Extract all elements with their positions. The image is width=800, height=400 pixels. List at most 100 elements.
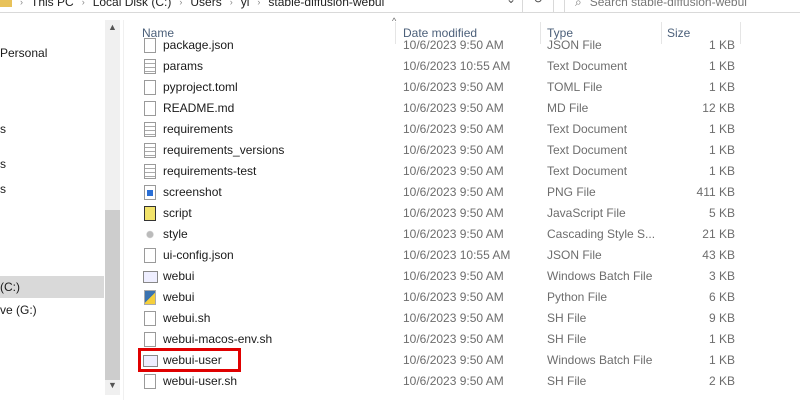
file-date: 10/6/2023 9:50 AM (403, 227, 504, 241)
file-size: 21 KB (702, 227, 735, 241)
file-file-icon (144, 248, 156, 263)
file-row[interactable]: pyproject.toml 10/6/2023 9:50 AM TOML Fi… (130, 77, 800, 98)
file-type: Windows Batch File (547, 353, 653, 367)
file-row[interactable]: package.json 10/6/2023 9:50 AM JSON File… (130, 35, 800, 56)
txt-file-icon (144, 143, 156, 158)
txt-file-icon (144, 164, 156, 179)
file-row[interactable]: style 10/6/2023 9:50 AM Cascading Style … (130, 224, 800, 245)
file-row[interactable]: webui 10/6/2023 9:50 AM Python File 6 KB (130, 287, 800, 308)
chevron-right-icon: › (20, 0, 23, 7)
file-date: 10/6/2023 9:50 AM (403, 374, 504, 388)
file-row[interactable]: ui-config.json 10/6/2023 10:55 AM JSON F… (130, 245, 800, 266)
file-row[interactable]: webui-user.sh 10/6/2023 9:50 AM SH File … (130, 371, 800, 392)
scroll-thumb[interactable] (105, 210, 120, 380)
txt-file-icon (144, 122, 156, 137)
file-type: JSON File (547, 38, 602, 52)
file-size: 1 KB (708, 80, 735, 94)
search-input[interactable]: ⌕ Search stable-diffusion-webui (564, 0, 800, 12)
file-date: 10/6/2023 9:50 AM (403, 143, 504, 157)
nav-item[interactable]: Personal (0, 42, 104, 64)
file-type: Text Document (547, 143, 628, 157)
file-type: Python File (547, 290, 608, 304)
file-name: README.md (163, 101, 235, 115)
chevron-right-icon: › (179, 0, 183, 7)
file-name: script (163, 206, 192, 220)
file-date: 10/6/2023 9:50 AM (403, 269, 504, 283)
file-name: requirements-test (163, 164, 257, 178)
breadcrumb-item[interactable]: Local Disk (C:) (93, 0, 172, 9)
file-date: 10/6/2023 10:55 AM (403, 248, 511, 262)
file-name: ui-config.json (163, 248, 234, 262)
file-file-icon (144, 311, 156, 326)
file-date: 10/6/2023 9:50 AM (403, 311, 504, 325)
chevron-right-icon: › (229, 0, 233, 7)
file-row[interactable]: requirements_versions 10/6/2023 9:50 AM … (130, 140, 800, 161)
file-row[interactable]: params 10/6/2023 10:55 AM Text Document … (130, 56, 800, 77)
file-size: 1 KB (708, 38, 735, 52)
file-size: 9 KB (708, 311, 735, 325)
breadcrumb-item[interactable]: This PC (31, 0, 74, 9)
file-date: 10/6/2023 9:50 AM (403, 101, 504, 115)
file-size: 6 KB (708, 290, 735, 304)
breadcrumb-item[interactable]: yi (241, 0, 250, 9)
file-date: 10/6/2023 9:50 AM (403, 353, 504, 367)
file-name: requirements (163, 122, 234, 136)
file-row[interactable]: README.md 10/6/2023 9:50 AM MD File 12 K… (130, 98, 800, 119)
file-date: 10/6/2023 9:50 AM (403, 164, 504, 178)
nav-item[interactable]: (C:) (0, 276, 104, 298)
file-name: webui-user.sh (163, 374, 238, 388)
file-row[interactable]: requirements 10/6/2023 9:50 AM Text Docu… (130, 119, 800, 140)
file-row[interactable]: webui-macos-env.sh 10/6/2023 9:50 AM SH … (130, 329, 800, 350)
nav-item[interactable]: s (0, 153, 104, 175)
breadcrumb-item[interactable]: stable-diffusion-webui (268, 0, 384, 9)
file-file-icon (144, 38, 156, 53)
nav-scrollbar[interactable]: ▲ ▼ (105, 20, 120, 395)
file-name: webui (163, 269, 195, 283)
nav-item[interactable]: s (0, 118, 104, 140)
navigation-pane: Personal s s s (C:) ve (G:) (0, 20, 104, 400)
file-size: 1 KB (708, 332, 735, 346)
breadcrumb-item[interactable]: Users (190, 0, 221, 9)
chevron-right-icon: › (81, 0, 85, 7)
txt-file-icon (144, 59, 156, 74)
file-file-icon (144, 374, 156, 389)
file-name: screenshot (163, 185, 222, 199)
refresh-button[interactable]: ↻ (522, 0, 554, 12)
file-name: requirements_versions (163, 143, 285, 157)
file-row[interactable]: screenshot 10/6/2023 9:50 AM PNG File 41… (130, 182, 800, 203)
file-file-icon (144, 80, 156, 95)
file-row[interactable]: webui.sh 10/6/2023 9:50 AM SH File 9 KB (130, 308, 800, 329)
file-type: PNG File (547, 185, 596, 199)
py-file-icon (144, 290, 156, 305)
file-row[interactable]: script 10/6/2023 9:50 AM JavaScript File… (130, 203, 800, 224)
file-size: 2 KB (708, 374, 735, 388)
file-size: 1 KB (708, 353, 735, 367)
file-date: 10/6/2023 9:50 AM (403, 290, 504, 304)
scroll-up-icon[interactable]: ▲ (105, 22, 120, 37)
file-row[interactable]: requirements-test 10/6/2023 9:50 AM Text… (130, 161, 800, 182)
pane-divider[interactable] (123, 20, 124, 400)
breadcrumb[interactable]: › This PC › Local Disk (C:) › Users › yi › stable… (0, 0, 440, 12)
file-name: webui (163, 290, 195, 304)
scroll-down-icon[interactable]: ▼ (105, 380, 120, 395)
file-name: style (163, 227, 188, 241)
file-name: package.json (163, 38, 234, 52)
file-size: 1 KB (708, 143, 735, 157)
file-name: pyproject.toml (163, 80, 238, 94)
nav-item[interactable]: s (0, 178, 104, 200)
file-type: SH File (547, 374, 587, 388)
file-row[interactable]: webui 10/6/2023 9:50 AM Windows Batch Fi… (130, 266, 800, 287)
file-size: 43 KB (702, 248, 735, 262)
chevron-down-icon[interactable]: ⌄ (500, 0, 522, 12)
file-name: webui-macos-env.sh (163, 332, 273, 346)
file-date: 10/6/2023 9:50 AM (403, 80, 504, 94)
bat-file-icon (143, 271, 158, 283)
search-icon: ⌕ (575, 0, 582, 9)
file-type: Text Document (547, 59, 628, 73)
file-date: 10/6/2023 9:50 AM (403, 332, 504, 346)
file-size: 12 KB (702, 101, 735, 115)
nav-item[interactable]: ve (G:) (0, 299, 104, 321)
file-list: package.json 10/6/2023 9:50 AM JSON File… (130, 35, 800, 400)
file-type: SH File (547, 311, 587, 325)
file-size: 5 KB (708, 206, 735, 220)
